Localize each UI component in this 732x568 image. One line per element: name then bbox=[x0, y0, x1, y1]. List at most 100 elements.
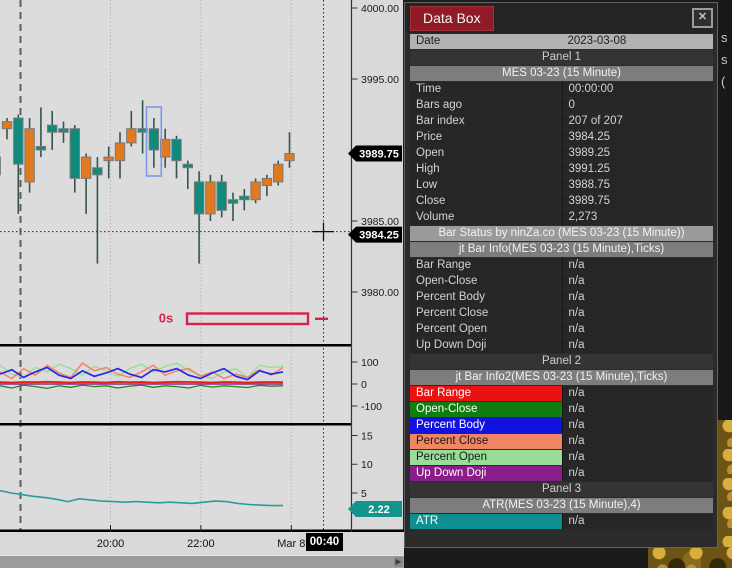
close-icon[interactable]: ✕ bbox=[692, 8, 713, 28]
row-value: n/a bbox=[561, 450, 713, 465]
data-box-titlebar[interactable]: Data Box ✕ bbox=[405, 3, 717, 33]
row-label: Percent Open bbox=[410, 450, 562, 465]
row-value: n/a bbox=[561, 274, 713, 289]
svg-text:3985.00: 3985.00 bbox=[361, 216, 399, 228]
row-label: Open bbox=[410, 146, 562, 161]
data-box-row: Bars ago 0 bbox=[410, 98, 713, 113]
data-box-row: Date 2023-03-08 bbox=[410, 34, 713, 49]
obscured-text-fragment: s bbox=[721, 52, 728, 67]
row-label: Date bbox=[410, 34, 562, 49]
row-label: Bar Range bbox=[410, 386, 562, 401]
row-value: 00:00:00 bbox=[561, 82, 713, 97]
svg-text:20:00: 20:00 bbox=[97, 538, 125, 550]
trading-app-screen: 0s 4000.00 3995.00 3985.00 3980.00 100 0 -100 15… bbox=[0, 0, 732, 568]
svg-text:3995.00: 3995.00 bbox=[361, 74, 399, 86]
svg-text:-100: -100 bbox=[361, 401, 382, 413]
svg-text:0s: 0s bbox=[159, 311, 173, 326]
data-box-row: Bar Range n/a bbox=[410, 386, 713, 401]
row-label: Open-Close bbox=[410, 402, 562, 417]
data-box-row: Volume 2,273 bbox=[410, 210, 713, 225]
row-label: Close bbox=[410, 194, 562, 209]
row-value: 0 bbox=[561, 98, 713, 113]
data-box-row: Percent Body n/a bbox=[410, 290, 713, 305]
row-label: Time bbox=[410, 82, 562, 97]
svg-text:22:00: 22:00 bbox=[187, 538, 215, 550]
data-box-row: Percent Close n/a bbox=[410, 306, 713, 321]
crosshair-price-tag: 3984.25 bbox=[348, 226, 402, 243]
svg-text:3984.25: 3984.25 bbox=[359, 230, 399, 242]
row-value: 3989.25 bbox=[561, 146, 713, 161]
svg-text:4000.00: 4000.00 bbox=[361, 3, 399, 15]
row-value: n/a bbox=[561, 306, 713, 321]
data-box-row: Percent Close n/a bbox=[410, 434, 713, 449]
chart-canvas[interactable]: 0s 4000.00 3995.00 3985.00 3980.00 100 0 -100 15… bbox=[0, 0, 404, 556]
svg-text:2.22: 2.22 bbox=[368, 504, 389, 516]
row-value: 3991.25 bbox=[561, 162, 713, 177]
data-box-row: ATR n/a bbox=[410, 514, 713, 529]
data-box-row: Percent Open n/a bbox=[410, 450, 713, 465]
data-box-row: Price 3984.25 bbox=[410, 130, 713, 145]
data-box-row: Percent Open n/a bbox=[410, 322, 713, 337]
row-label: Up Down Doji bbox=[410, 466, 562, 481]
data-box-row: Low 3988.75 bbox=[410, 178, 713, 193]
crosshair bbox=[0, 0, 352, 530]
row-label: Percent Body bbox=[410, 418, 562, 433]
svg-text:15: 15 bbox=[361, 430, 373, 442]
panel-borders bbox=[0, 0, 404, 532]
row-label: Percent Open bbox=[410, 322, 562, 337]
row-label: Price bbox=[410, 130, 562, 145]
row-label: Percent Close bbox=[410, 434, 562, 449]
indicator-header-row: jt Bar Info(MES 03-23 (15 Minute),Ticks) bbox=[410, 242, 713, 257]
row-value: n/a bbox=[561, 386, 713, 401]
row-value: n/a bbox=[561, 434, 713, 449]
row-value: n/a bbox=[561, 322, 713, 337]
row-value: n/a bbox=[561, 258, 713, 273]
data-box-row: Bar Range n/a bbox=[410, 258, 713, 273]
data-box-title: Data Box bbox=[410, 6, 494, 31]
indicator-lines bbox=[0, 489, 283, 507]
indicator-header-row: MES 03-23 (15 Minute) bbox=[410, 66, 713, 81]
svg-text:Mar 8: Mar 8 bbox=[277, 538, 305, 550]
indicator-lines bbox=[0, 362, 284, 390]
data-box-row: Open-Close n/a bbox=[410, 402, 713, 417]
atr-value-tag: 2.22 bbox=[348, 500, 402, 517]
gridlines bbox=[19, 0, 292, 530]
obscured-text-fragment: ( bbox=[721, 74, 726, 89]
row-label: Volume bbox=[410, 210, 562, 225]
row-label: Percent Body bbox=[410, 290, 562, 305]
desktop-wallpaper bbox=[648, 547, 732, 568]
time-axis-labels: 20:00 22:00 Mar 8 bbox=[97, 525, 305, 550]
row-label: Bars ago bbox=[410, 98, 562, 113]
row-label: Bar Range bbox=[410, 258, 562, 273]
crosshair-time-tag: 00:40 bbox=[306, 533, 343, 551]
svg-text:10: 10 bbox=[361, 459, 373, 471]
row-value: 207 of 207 bbox=[561, 114, 713, 129]
row-value: n/a bbox=[561, 418, 713, 433]
row-value: n/a bbox=[561, 466, 713, 481]
last-price-tag: 3989.75 bbox=[348, 145, 402, 162]
indicator-header-row: ATR(MES 03-23 (15 Minute),4) bbox=[410, 498, 713, 513]
svg-text:3980.00: 3980.00 bbox=[361, 287, 399, 299]
svg-text:5: 5 bbox=[361, 488, 367, 500]
row-value: 3988.75 bbox=[561, 178, 713, 193]
data-box-row: Up Down Doji n/a bbox=[410, 466, 713, 481]
row-label: Bar index bbox=[410, 114, 562, 129]
row-value: n/a bbox=[561, 514, 713, 529]
scroll-right-arrow-icon[interactable]: ▶ bbox=[394, 557, 403, 567]
desktop-wallpaper bbox=[718, 420, 732, 568]
svg-text:3989.75: 3989.75 bbox=[359, 149, 399, 161]
row-value: n/a bbox=[561, 290, 713, 305]
horizontal-scrollbar[interactable]: ▶ bbox=[0, 555, 404, 568]
data-box-row: Time 00:00:00 bbox=[410, 82, 713, 97]
row-value: 3984.25 bbox=[561, 130, 713, 145]
data-box-row: Close 3989.75 bbox=[410, 194, 713, 209]
obscured-text-fragment: s bbox=[721, 30, 728, 45]
data-box-row: Open 3989.25 bbox=[410, 146, 713, 161]
row-label: High bbox=[410, 162, 562, 177]
row-label: ATR bbox=[410, 514, 562, 529]
row-value: n/a bbox=[561, 402, 713, 417]
row-value: 3989.75 bbox=[561, 194, 713, 209]
data-box-row: High 3991.25 bbox=[410, 162, 713, 177]
zero-seconds-annotation: 0s bbox=[159, 311, 328, 326]
data-box-table: Date 2023-03-08 Panel 1 MES 03-23 (15 Minut… bbox=[410, 34, 713, 530]
